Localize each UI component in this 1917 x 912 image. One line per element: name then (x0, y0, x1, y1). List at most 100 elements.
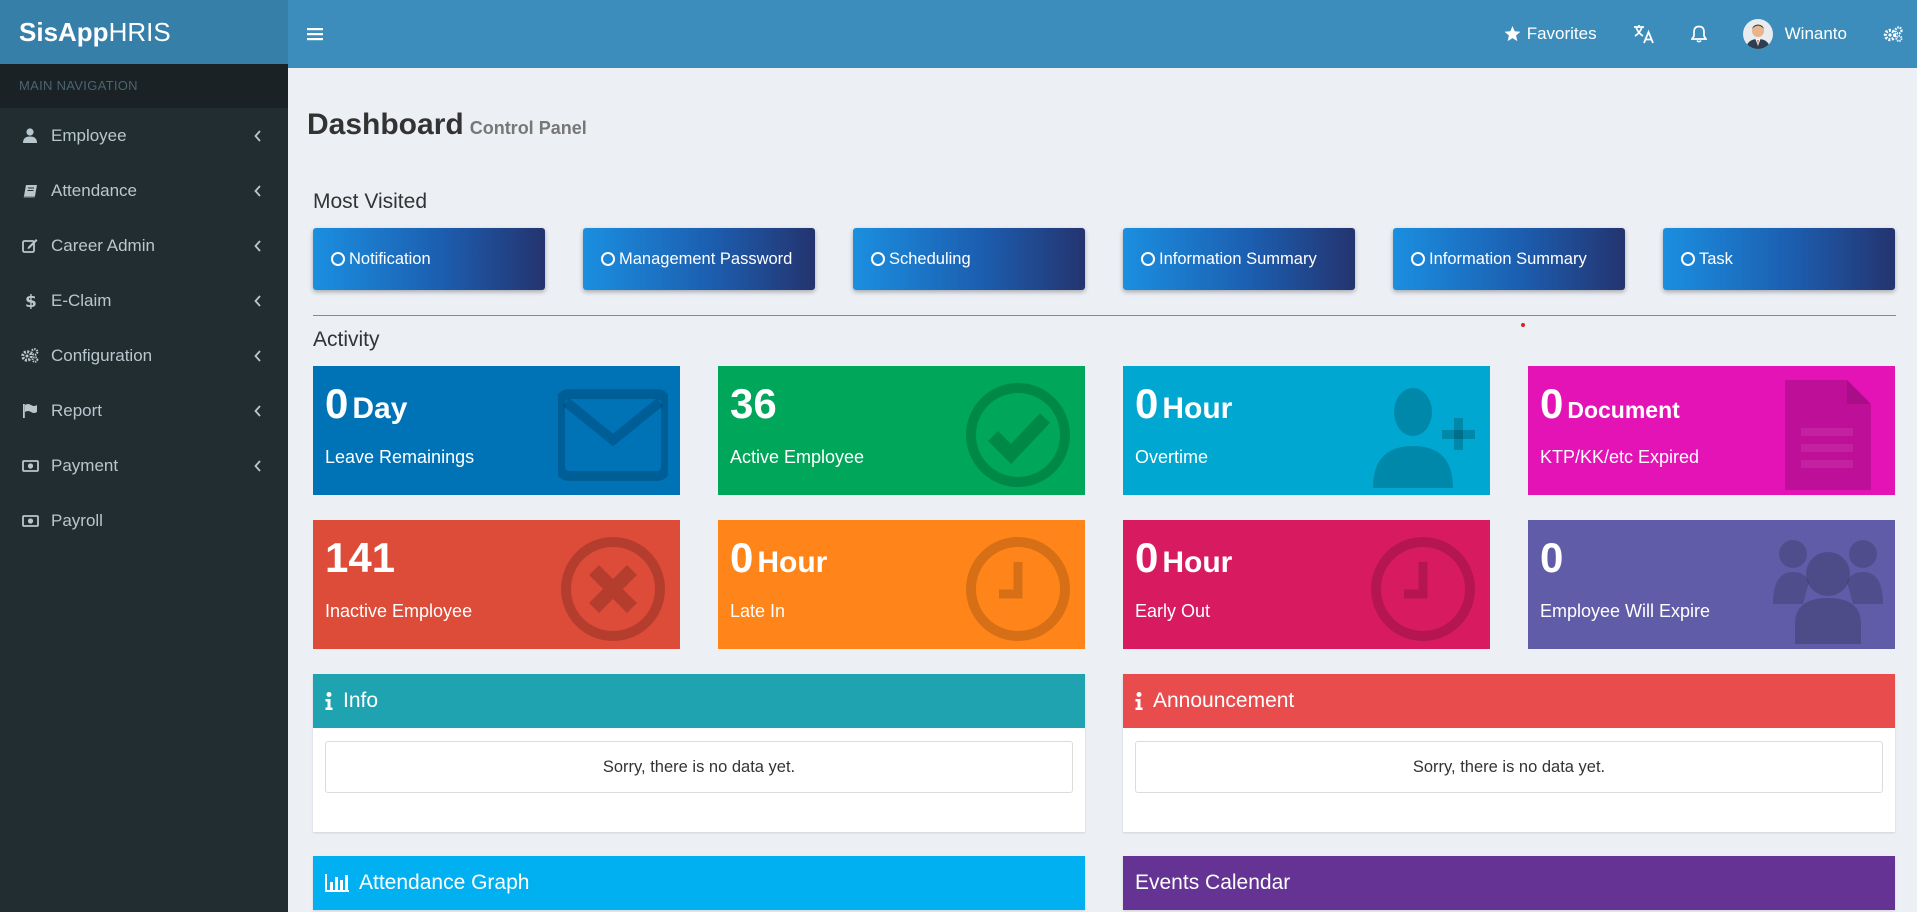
sidebar-item-configuration[interactable]: Configuration (0, 328, 288, 383)
notifications-menu[interactable] (1673, 2, 1725, 66)
sidebar-item-label: E-Claim (51, 290, 112, 310)
empty-state-message: Sorry, there is no data yet. (325, 741, 1073, 793)
sidebar-item-employee[interactable]: Employee (0, 108, 288, 163)
envelope-icon (558, 389, 668, 481)
chevron-left-icon (252, 294, 264, 307)
attendance-graph-panel-title: Attendance Graph (359, 871, 530, 894)
stat-value: 36 (730, 380, 777, 427)
circle-outline-icon (601, 252, 615, 266)
language-menu[interactable] (1615, 2, 1673, 66)
main-content: Dashboard Control Panel Most Visited Noti… (288, 68, 1917, 912)
sidebar-item-label: Payment (51, 455, 119, 475)
info-panel: Info Sorry, there is no data yet. (313, 674, 1085, 832)
stat-label: Inactive Employee (325, 601, 473, 621)
circle-outline-icon (1681, 252, 1695, 266)
star-icon (1504, 26, 1521, 42)
circle-outline-icon (871, 252, 885, 266)
chevron-left-icon (252, 129, 264, 142)
chevron-left-icon (252, 239, 264, 252)
attendance-graph-panel: Attendance Graph (313, 856, 1085, 910)
chevron-left-icon (252, 184, 264, 197)
translate-icon (1633, 25, 1654, 44)
stat-card-employee-will-expire[interactable]: 0 Employee Will Expire (1528, 520, 1895, 649)
activity-label: Activity (313, 328, 380, 351)
stat-card-early-out[interactable]: 0 Hour Early Out (1123, 520, 1490, 649)
sidebar-item-attendance[interactable]: Attendance (0, 163, 288, 218)
info-icon (1135, 692, 1143, 710)
app-logo[interactable]: SisApp HRIS (0, 0, 288, 64)
most-visited-management-password-button[interactable]: Management Password (583, 228, 815, 290)
users-icon (1773, 540, 1883, 644)
logo-bold: SisApp (19, 16, 109, 47)
sidebar-item-career-admin[interactable]: Career Admin (0, 218, 288, 273)
stat-card-overtime[interactable]: 0 Hour Overtime (1123, 366, 1490, 495)
stat-label: Leave Remainings (325, 447, 475, 467)
stat-card-documents-expired[interactable]: 0 Document KTP/KK/etc Expired (1528, 366, 1895, 495)
check-circle-icon (966, 383, 1070, 487)
sidebar-item-label: Configuration (51, 345, 153, 365)
times-circle-icon (561, 537, 665, 641)
page-subtitle: Control Panel (469, 118, 587, 138)
announcement-panel-header: Announcement (1123, 674, 1895, 728)
most-visited-notification-button[interactable]: Notification (313, 228, 545, 290)
chevron-left-icon (252, 459, 264, 472)
money-icon (21, 457, 39, 475)
settings-button[interactable] (1865, 2, 1917, 66)
most-visited-label: Management Password (619, 249, 793, 268)
page-title: Dashboard Control Panel (307, 108, 587, 142)
sidebar-item-report[interactable]: Report (0, 383, 288, 438)
sidebar-item-label: Career Admin (51, 235, 155, 255)
sidebar-item-e-claim[interactable]: $ E-Claim (0, 273, 288, 328)
attendance-graph-panel-header: Attendance Graph (313, 856, 1085, 910)
stat-card-active-employee[interactable]: 36 Active Employee (718, 366, 1085, 495)
stat-value: 0 Hour (1135, 380, 1233, 427)
most-visited-label: Notification (349, 249, 431, 268)
nav-header: MAIN NAVIGATION (0, 64, 288, 108)
empty-state-message: Sorry, there is no data yet. (1135, 741, 1883, 793)
circle-outline-icon (331, 252, 345, 266)
stat-value: 0 Day (325, 380, 408, 427)
stat-value: 0 Document (1540, 380, 1680, 427)
favorites-menu[interactable]: Favorites (1486, 2, 1615, 66)
user-name: Winanto (1784, 24, 1847, 43)
dollar-icon: $ (21, 292, 39, 310)
most-visited-scheduling-button[interactable]: Scheduling (853, 228, 1085, 290)
stat-card-late-in[interactable]: 0 Hour Late In (718, 520, 1085, 649)
navbar-right: Favorites Winanto (1486, 2, 1917, 66)
circle-outline-icon (1411, 252, 1425, 266)
edit-icon (21, 237, 39, 255)
gears-icon (1883, 25, 1903, 42)
events-calendar-panel-header: Events Calendar (1123, 856, 1895, 910)
sidebar-toggle-button[interactable] (290, 2, 340, 66)
section-divider (313, 315, 1896, 316)
most-visited-label: Most Visited (313, 190, 427, 213)
chevron-left-icon (252, 404, 264, 417)
stat-card-leave-remainings[interactable]: 0 Day Leave Remainings (313, 366, 680, 495)
sidebar-item-payroll[interactable]: Payroll (0, 493, 288, 548)
stat-label: Late In (730, 601, 786, 621)
stat-card-inactive-employee[interactable]: 141 Inactive Employee (313, 520, 680, 649)
most-visited-information-summary-button[interactable]: Information Summary (1123, 228, 1355, 290)
stat-label: Employee Will Expire (1540, 601, 1711, 621)
most-visited-label: Scheduling (889, 249, 971, 268)
user-icon (21, 127, 39, 145)
circle-outline-icon (1141, 252, 1155, 266)
sidebar-item-payment[interactable]: Payment (0, 438, 288, 493)
bell-icon (1690, 25, 1707, 43)
events-calendar-panel: Events Calendar (1123, 856, 1895, 910)
most-visited-label: Task (1699, 249, 1733, 268)
announcement-panel: Announcement Sorry, there is no data yet… (1123, 674, 1895, 832)
most-visited-task-button[interactable]: Task (1663, 228, 1895, 290)
announcement-panel-body: Sorry, there is no data yet. (1123, 728, 1895, 832)
logo-rest: HRIS (108, 16, 171, 47)
bar-chart-icon (325, 874, 349, 892)
clock-icon (1371, 537, 1475, 641)
gears-icon (21, 347, 39, 365)
favorites-label: Favorites (1526, 24, 1597, 43)
most-visited-information-summary-button-2[interactable]: Information Summary (1393, 228, 1625, 290)
user-menu[interactable]: Winanto (1725, 2, 1865, 66)
stat-value: 141 (325, 534, 396, 581)
stat-value: 0 Hour (1135, 534, 1233, 581)
info-icon (325, 692, 333, 710)
info-panel-header: Info (313, 674, 1085, 728)
